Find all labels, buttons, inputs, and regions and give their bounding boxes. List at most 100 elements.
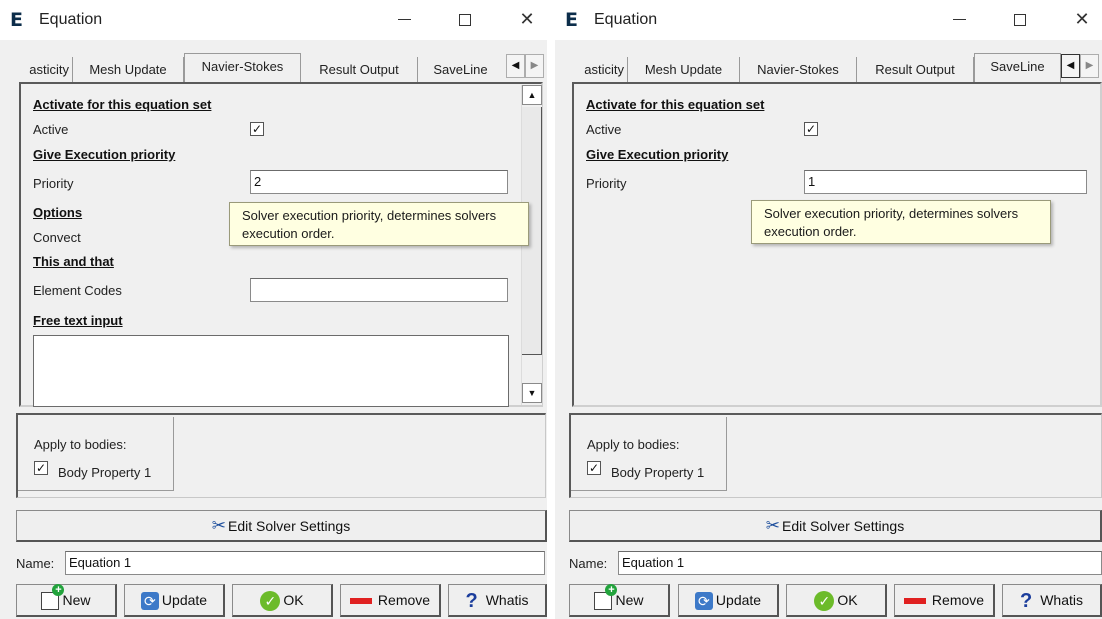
element-codes-label: Element Codes — [33, 283, 122, 298]
maximize-button[interactable] — [998, 6, 1042, 34]
minimize-button[interactable] — [382, 6, 426, 34]
priority-input[interactable]: 1 — [804, 170, 1087, 194]
tab-mesh-update[interactable]: Mesh Update — [628, 57, 740, 83]
whatis-label: Whatis — [485, 592, 529, 608]
tab-result-output[interactable]: Result Output — [857, 57, 974, 83]
name-label: Name: — [16, 556, 55, 571]
close-button[interactable]: ✕ — [505, 6, 549, 34]
question-mark-icon: ? — [465, 590, 478, 613]
priority-label: Priority — [586, 176, 627, 191]
section-heading-options: Options — [33, 205, 83, 220]
bodies-list: Apply to bodies: ✓ Body Property 1 — [18, 417, 174, 491]
tab-elasticity[interactable]: asticity — [570, 57, 628, 83]
free-text-input[interactable] — [33, 335, 509, 407]
active-checkbox[interactable]: ✓ — [250, 122, 264, 136]
remove-button[interactable]: Remove — [894, 584, 995, 617]
bodies-list: Apply to bodies: ✓ Body Property 1 — [571, 417, 727, 491]
new-document-icon — [594, 584, 618, 611]
name-input[interactable]: Equation 1 — [65, 551, 545, 575]
body-property-checkbox[interactable]: ✓ — [34, 461, 48, 475]
body-property-label: Body Property 1 — [58, 465, 152, 480]
tooltip-line-2: execution order. — [242, 226, 335, 241]
ok-button[interactable]: ✓ OK — [232, 584, 333, 617]
maximize-icon — [1014, 13, 1026, 26]
name-input[interactable]: Equation 1 — [618, 551, 1102, 575]
tab-elasticity[interactable]: asticity — [15, 57, 73, 83]
body-property-checkbox[interactable]: ✓ — [587, 461, 601, 475]
tab-result-output[interactable]: Result Output — [301, 57, 418, 83]
update-label: Update — [161, 592, 208, 608]
ok-label: OK — [837, 592, 858, 608]
section-heading-activate: Activate for this equation set — [33, 97, 212, 112]
ok-button[interactable]: ✓ OK — [786, 584, 887, 617]
app-logo-icon: E — [565, 9, 578, 31]
minimize-icon — [397, 19, 411, 20]
apply-to-bodies-label: Apply to bodies: — [34, 437, 127, 452]
scroll-down-icon[interactable]: ▼ — [522, 383, 542, 403]
name-label: Name: — [569, 556, 608, 571]
tab-navier-stokes[interactable]: Navier-Stokes — [740, 57, 857, 83]
tab-scroll-left-icon[interactable]: ◀ — [506, 54, 525, 78]
active-label: Active — [586, 122, 622, 137]
equation-window-left: E Equation ✕ asticity Mesh Update Navier… — [0, 0, 547, 619]
body-property-label: Body Property 1 — [611, 465, 705, 480]
apply-to-bodies-label: Apply to bodies: — [587, 437, 680, 452]
ok-label: OK — [283, 592, 304, 608]
new-document-icon — [41, 584, 65, 611]
minimize-icon — [952, 19, 966, 20]
remove-label: Remove — [931, 592, 985, 608]
minimize-button[interactable] — [937, 6, 981, 34]
priority-label: Priority — [33, 176, 74, 191]
question-mark-icon: ? — [1019, 590, 1033, 613]
edit-solver-settings-label: Edit Solver Settings — [782, 518, 905, 534]
section-heading-free-text: Free text input — [33, 313, 123, 328]
checkmark-icon: ✓ — [814, 591, 835, 612]
minus-icon — [903, 598, 926, 605]
new-button[interactable]: New — [16, 584, 117, 617]
app-logo-icon: E — [10, 9, 23, 31]
tab-mesh-update[interactable]: Mesh Update — [73, 57, 184, 83]
apply-to-bodies-group: Apply to bodies: ✓ Body Property 1 — [16, 413, 546, 498]
tab-scroll-left-icon[interactable]: ◀ — [1061, 54, 1080, 78]
whatis-label: Whatis — [1040, 592, 1083, 608]
tab-saveline[interactable]: SaveLine — [418, 57, 503, 83]
tab-scroll-right-icon[interactable]: ▶ — [1080, 54, 1099, 78]
new-button[interactable]: New — [569, 584, 670, 617]
priority-tooltip: Solver execution priority, determines so… — [229, 202, 529, 246]
window-title: Equation — [594, 11, 658, 28]
close-icon: ✕ — [1074, 9, 1090, 30]
settings-panel: Activate for this equation set Active ✓ … — [19, 82, 543, 407]
active-label: Active — [33, 122, 69, 137]
scroll-up-icon[interactable]: ▲ — [522, 85, 542, 105]
whatis-button[interactable]: ? Whatis — [1002, 584, 1102, 617]
maximize-icon — [459, 13, 471, 26]
section-heading-priority: Give Execution priority — [586, 147, 729, 162]
remove-button[interactable]: Remove — [340, 584, 441, 617]
title-bar[interactable]: E Equation ✕ — [555, 0, 1102, 40]
tab-saveline[interactable]: SaveLine — [974, 53, 1061, 82]
close-button[interactable]: ✕ — [1060, 6, 1102, 34]
whatis-button[interactable]: ? Whatis — [448, 584, 547, 617]
update-button[interactable]: ⟳ Update — [678, 584, 779, 617]
close-icon: ✕ — [519, 9, 535, 30]
tooltip-line-1: Solver execution priority, determines so… — [764, 206, 1019, 221]
priority-tooltip: Solver execution priority, determines so… — [751, 200, 1051, 244]
tooltip-line-1: Solver execution priority, determines so… — [242, 208, 497, 223]
wrench-screwdriver-icon: ✂ — [211, 516, 227, 535]
settings-panel: Activate for this equation set Active ✓ … — [572, 82, 1102, 407]
priority-input[interactable]: 2 — [250, 170, 508, 194]
minus-icon — [349, 598, 372, 605]
edit-solver-settings-button[interactable]: ✂ Edit Solver Settings — [16, 510, 547, 542]
tab-navier-stokes[interactable]: Navier-Stokes — [184, 53, 301, 82]
refresh-icon: ⟳ — [694, 592, 713, 611]
refresh-icon: ⟳ — [140, 592, 159, 611]
remove-label: Remove — [377, 592, 431, 608]
update-button[interactable]: ⟳ Update — [124, 584, 225, 617]
element-codes-input[interactable] — [250, 278, 508, 302]
maximize-button[interactable] — [443, 6, 487, 34]
tab-scroll-right-icon[interactable]: ▶ — [525, 54, 544, 78]
edit-solver-settings-label: Edit Solver Settings — [228, 518, 351, 534]
title-bar[interactable]: E Equation ✕ — [0, 0, 547, 40]
active-checkbox[interactable]: ✓ — [804, 122, 818, 136]
edit-solver-settings-button[interactable]: ✂ Edit Solver Settings — [569, 510, 1102, 542]
